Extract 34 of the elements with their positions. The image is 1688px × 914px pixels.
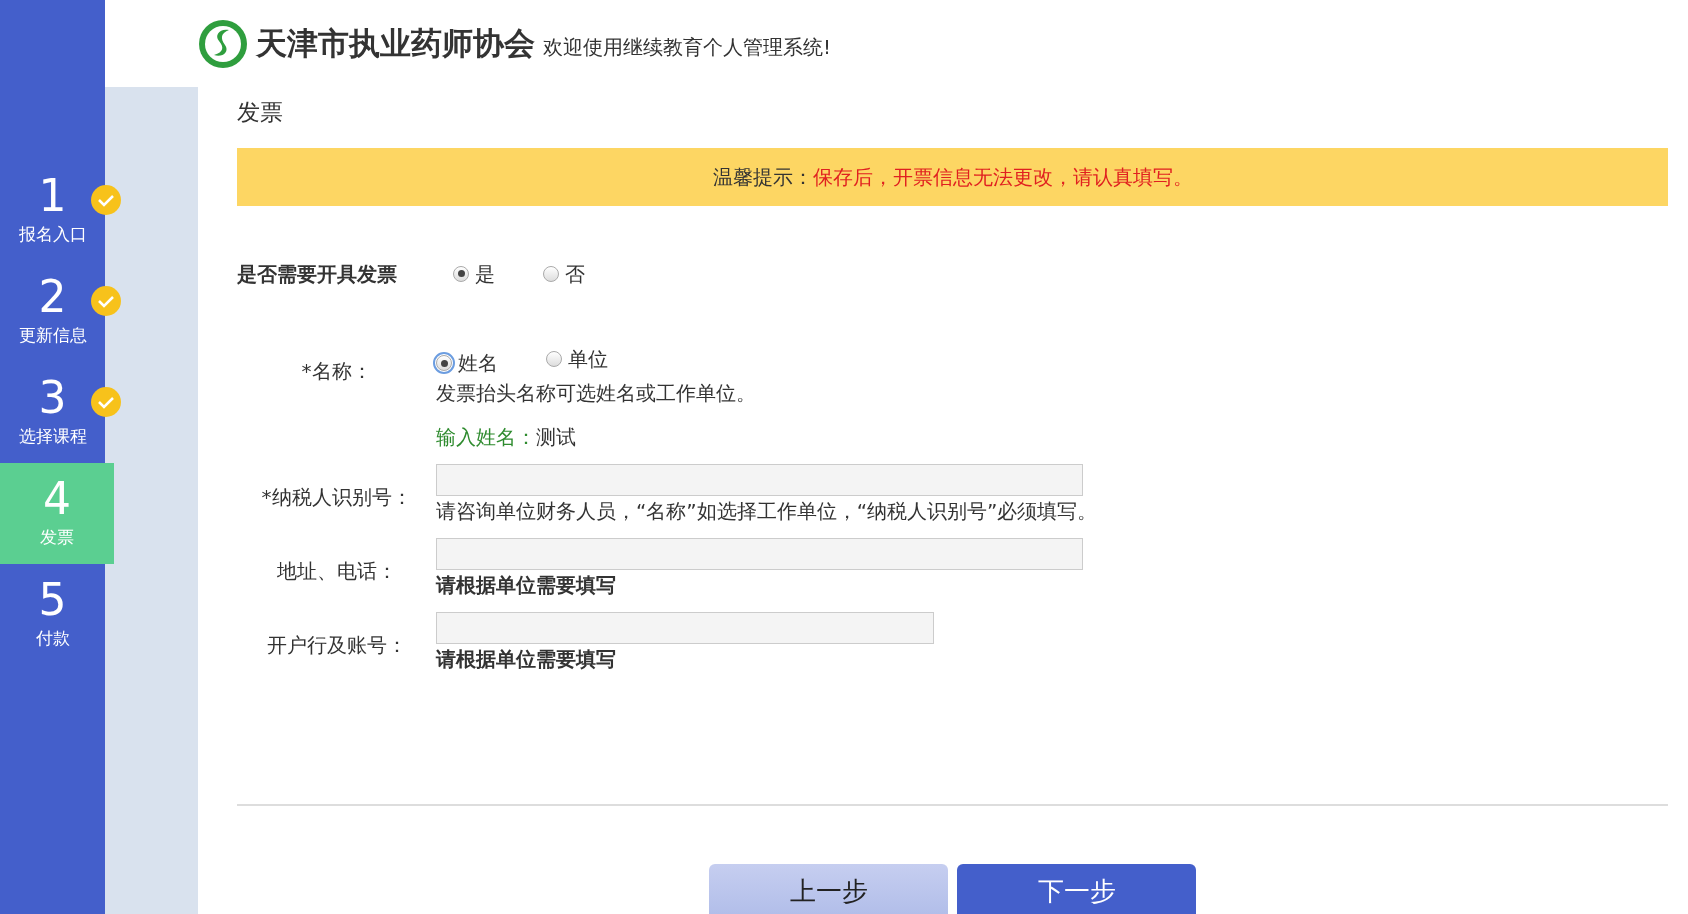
field-label: 开户行及账号：	[266, 633, 407, 657]
radio-option[interactable]: 单位	[546, 343, 608, 374]
notice-message: 保存后，开票信息无法更改，请认真填写。	[812, 163, 1193, 191]
field-label: 输入姓名：	[436, 425, 536, 449]
field-label: 是否需要开具发票	[237, 260, 398, 288]
step-item[interactable]: 2 更新信息	[0, 261, 105, 362]
help-text: 发票抬头名称可选姓名或工作单位。	[436, 381, 756, 405]
help-text: 请根据单位需要填写	[436, 647, 616, 671]
input-field[interactable]	[436, 464, 1083, 496]
help-text: 请根据单位需要填写	[436, 573, 616, 597]
field-label: *名称：	[301, 358, 372, 383]
help-text: 请咨询单位财务人员，“名称”如选择工作单位，“纳税人识别号”必须填写。	[436, 499, 1098, 523]
notice-label: 温馨提示：	[712, 163, 813, 191]
previous-button[interactable]: 上一步	[709, 864, 948, 914]
field-label: 地址、电话：	[276, 559, 397, 583]
step-item[interactable]: 1 报名入口	[0, 160, 105, 261]
radio-option[interactable]: 姓名	[436, 348, 498, 378]
radio-option[interactable]: 否	[543, 258, 585, 289]
field-label: *纳税人识别号：	[261, 485, 412, 509]
input-field[interactable]	[436, 538, 1083, 570]
next-button[interactable]: 下一步	[957, 864, 1196, 914]
input-field[interactable]	[436, 612, 934, 644]
radio-button[interactable]	[543, 265, 559, 282]
organization-name: 天津市执业药师协会	[256, 24, 535, 64]
step-item[interactable]: 5 付款	[0, 564, 105, 665]
radio-option[interactable]: 是	[453, 258, 495, 289]
logo-icon	[198, 17, 248, 70]
field-value: 测试	[536, 425, 576, 449]
welcome-text: 欢迎使用继续教育个人管理系统!	[543, 33, 832, 61]
step-item[interactable]: 3 选择课程	[0, 362, 105, 463]
radio-button[interactable]	[546, 350, 562, 367]
page-title: 发票	[237, 98, 284, 127]
radio-button[interactable]	[453, 265, 469, 282]
radio-button[interactable]	[436, 355, 452, 371]
